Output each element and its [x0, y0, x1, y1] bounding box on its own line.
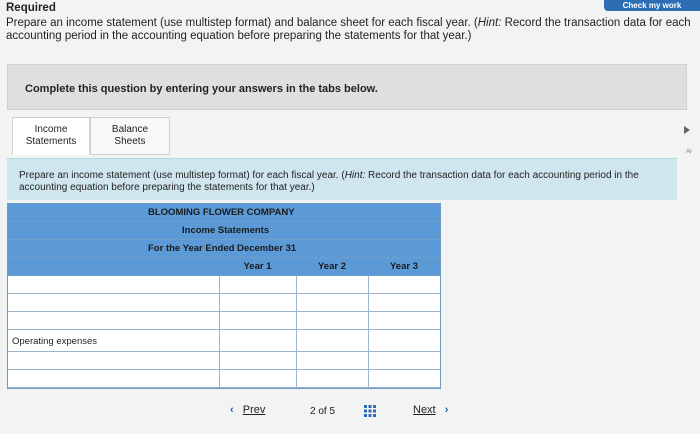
- chevron-right-icon: ›: [444, 404, 449, 416]
- check-my-work-button[interactable]: Check my work: [604, 0, 700, 11]
- column-headers: Year 1 Year 2 Year 3: [8, 258, 440, 276]
- grid-icon[interactable]: [364, 405, 376, 420]
- year-3-input[interactable]: [368, 352, 440, 369]
- year-3-input[interactable]: [368, 276, 440, 293]
- table-row: [8, 312, 440, 330]
- year-1-input[interactable]: [219, 294, 296, 311]
- required-title: Required: [6, 2, 56, 14]
- required-text: Prepare an income statement (use multist…: [6, 17, 691, 42]
- year-1-input[interactable]: [219, 276, 296, 293]
- row-label-cell[interactable]: [8, 352, 219, 369]
- year-2-input[interactable]: [296, 294, 368, 311]
- row-label-cell[interactable]: [8, 312, 219, 329]
- column-year-3: Year 3: [390, 261, 418, 272]
- table-row: [8, 294, 440, 312]
- year-2-input[interactable]: [296, 330, 368, 351]
- next-button[interactable]: Next ›: [413, 404, 448, 416]
- tab-balance-sheets[interactable]: Balance Sheets: [90, 117, 170, 155]
- column-year-1: Year 1: [243, 261, 272, 272]
- income-statement-table: BLOOMING FLOWER COMPANY Income Statement…: [7, 203, 441, 389]
- page-indicator: 2 of 5: [310, 406, 336, 417]
- instruction-panel: Prepare an income statement (use multist…: [7, 158, 677, 200]
- year-3-input[interactable]: [368, 312, 440, 329]
- year-1-input[interactable]: [219, 330, 296, 351]
- row-label-cell[interactable]: [8, 370, 219, 387]
- company-name: BLOOMING FLOWER COMPANY: [8, 204, 440, 222]
- year-2-input[interactable]: [296, 352, 368, 369]
- year-1-input[interactable]: [219, 370, 296, 387]
- year-1-input[interactable]: [219, 312, 296, 329]
- year-2-input[interactable]: [296, 276, 368, 293]
- arrow-right-icon: [684, 126, 690, 134]
- year-3-input[interactable]: [368, 370, 440, 387]
- year-1-input[interactable]: [219, 352, 296, 369]
- row-label-cell[interactable]: [8, 276, 219, 293]
- year-2-input[interactable]: [296, 312, 368, 329]
- year-2-input[interactable]: [296, 370, 368, 387]
- table-row: [8, 276, 440, 294]
- prev-button[interactable]: ‹ Prev: [230, 404, 265, 416]
- chevron-left-icon: ‹: [230, 404, 234, 416]
- table-row: Operating expenses: [8, 330, 440, 352]
- column-year-2: Year 2: [318, 261, 346, 272]
- table-row: [8, 370, 440, 388]
- row-label-cell[interactable]: [8, 294, 219, 311]
- statement-title: Income Statements: [8, 222, 440, 240]
- year-3-input[interactable]: [368, 294, 440, 311]
- table-row: [8, 352, 440, 370]
- statement-period: For the Year Ended December 31: [8, 240, 440, 258]
- complete-question-bar: Complete this question by entering your …: [7, 64, 687, 110]
- tab-income-statements[interactable]: Income Statements: [12, 117, 90, 155]
- side-tag: Ar: [686, 149, 692, 155]
- row-label-operating-expenses: Operating expenses: [12, 336, 98, 347]
- year-3-input[interactable]: [368, 330, 440, 351]
